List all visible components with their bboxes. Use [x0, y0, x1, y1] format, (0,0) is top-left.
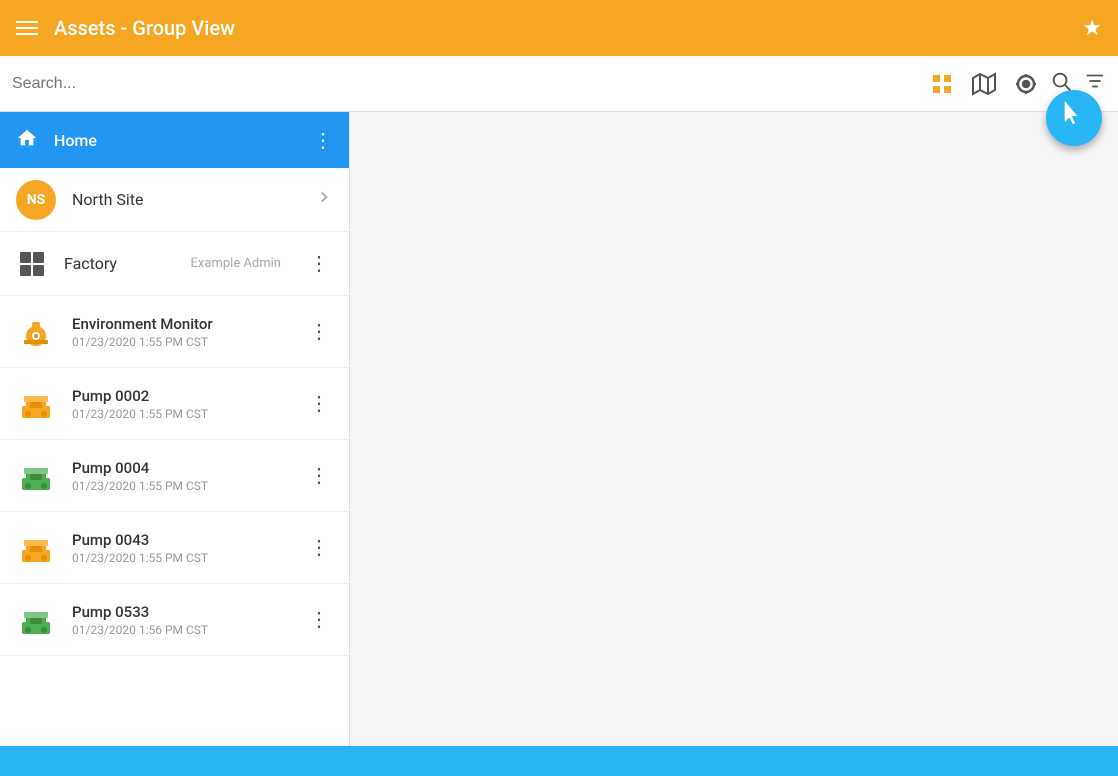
asset-icon-pump_yellow: [16, 384, 56, 424]
asset-info: Pump 0002 01/23/2020 1:55 PM CST: [72, 387, 289, 421]
asset-more-button[interactable]: ⋮: [305, 603, 333, 636]
asset-date: 01/23/2020 1:55 PM CST: [72, 407, 289, 421]
asset-more-button[interactable]: ⋮: [305, 315, 333, 348]
grid-view-icon[interactable]: [930, 72, 954, 102]
asset-row[interactable]: Environment Monitor 01/23/2020 1:55 PM C…: [0, 296, 349, 368]
asset-name: Pump 0002: [72, 387, 289, 405]
north-site-row[interactable]: NS North Site: [0, 168, 349, 232]
asset-more-button[interactable]: ⋮: [305, 459, 333, 492]
asset-icon-pump_green: [16, 456, 56, 496]
search-input[interactable]: [12, 75, 1042, 93]
hamburger-menu[interactable]: [16, 21, 38, 35]
asset-name: Environment Monitor: [72, 315, 289, 333]
north-site-label: North Site: [72, 190, 299, 209]
top-bar-left: Assets - Group View: [16, 16, 235, 40]
fab-icon: [1060, 101, 1088, 135]
asset-date: 01/23/2020 1:55 PM CST: [72, 551, 289, 565]
asset-info: Pump 0533 01/23/2020 1:56 PM CST: [72, 603, 289, 637]
bottom-bar: [0, 746, 1118, 776]
asset-row[interactable]: Pump 0004 01/23/2020 1:55 PM CST ⋮: [0, 440, 349, 512]
fab-button[interactable]: [1046, 90, 1102, 146]
asset-icon-pump_green: [16, 600, 56, 640]
left-panel: Home ⋮ NS North Site Factory Example Adm…: [0, 112, 350, 746]
asset-row[interactable]: Pump 0533 01/23/2020 1:56 PM CST ⋮: [0, 584, 349, 656]
scan-icon[interactable]: [1014, 72, 1038, 102]
chevron-right-icon: [315, 188, 333, 211]
home-icon: [16, 127, 38, 153]
asset-info: Pump 0004 01/23/2020 1:55 PM CST: [72, 459, 289, 493]
asset-date: 01/23/2020 1:55 PM CST: [72, 335, 289, 349]
asset-date: 01/23/2020 1:55 PM CST: [72, 479, 289, 493]
page-title: Assets - Group View: [54, 16, 235, 40]
asset-name: Pump 0043: [72, 531, 289, 549]
asset-name: Pump 0004: [72, 459, 289, 477]
assets-list: Environment Monitor 01/23/2020 1:55 PM C…: [0, 296, 349, 656]
north-site-avatar: NS: [16, 180, 56, 220]
asset-info: Pump 0043 01/23/2020 1:55 PM CST: [72, 531, 289, 565]
factory-icon: [16, 248, 48, 280]
asset-more-button[interactable]: ⋮: [305, 387, 333, 420]
factory-admin-label: Example Admin: [191, 256, 281, 271]
asset-info: Environment Monitor 01/23/2020 1:55 PM C…: [72, 315, 289, 349]
nav-home-more-icon[interactable]: ⋮: [313, 128, 333, 152]
factory-label: Factory: [64, 254, 175, 273]
map-icon[interactable]: [972, 72, 996, 102]
nav-home-label: Home: [54, 131, 297, 150]
factory-more-button[interactable]: ⋮: [305, 247, 333, 280]
asset-row[interactable]: Pump 0002 01/23/2020 1:55 PM CST ⋮: [0, 368, 349, 440]
factory-row: Factory Example Admin ⋮: [0, 232, 349, 296]
asset-more-button[interactable]: ⋮: [305, 531, 333, 564]
asset-name: Pump 0533: [72, 603, 289, 621]
asset-row[interactable]: Pump 0043 01/23/2020 1:55 PM CST ⋮: [0, 512, 349, 584]
asset-date: 01/23/2020 1:56 PM CST: [72, 623, 289, 637]
nav-home[interactable]: Home ⋮: [0, 112, 349, 168]
toolbar-right: [930, 72, 1038, 102]
top-bar: Assets - Group View ★: [0, 0, 1118, 56]
asset-icon-env: [16, 312, 56, 352]
asset-icon-pump_yellow: [16, 528, 56, 568]
star-icon[interactable]: ★: [1082, 16, 1102, 41]
